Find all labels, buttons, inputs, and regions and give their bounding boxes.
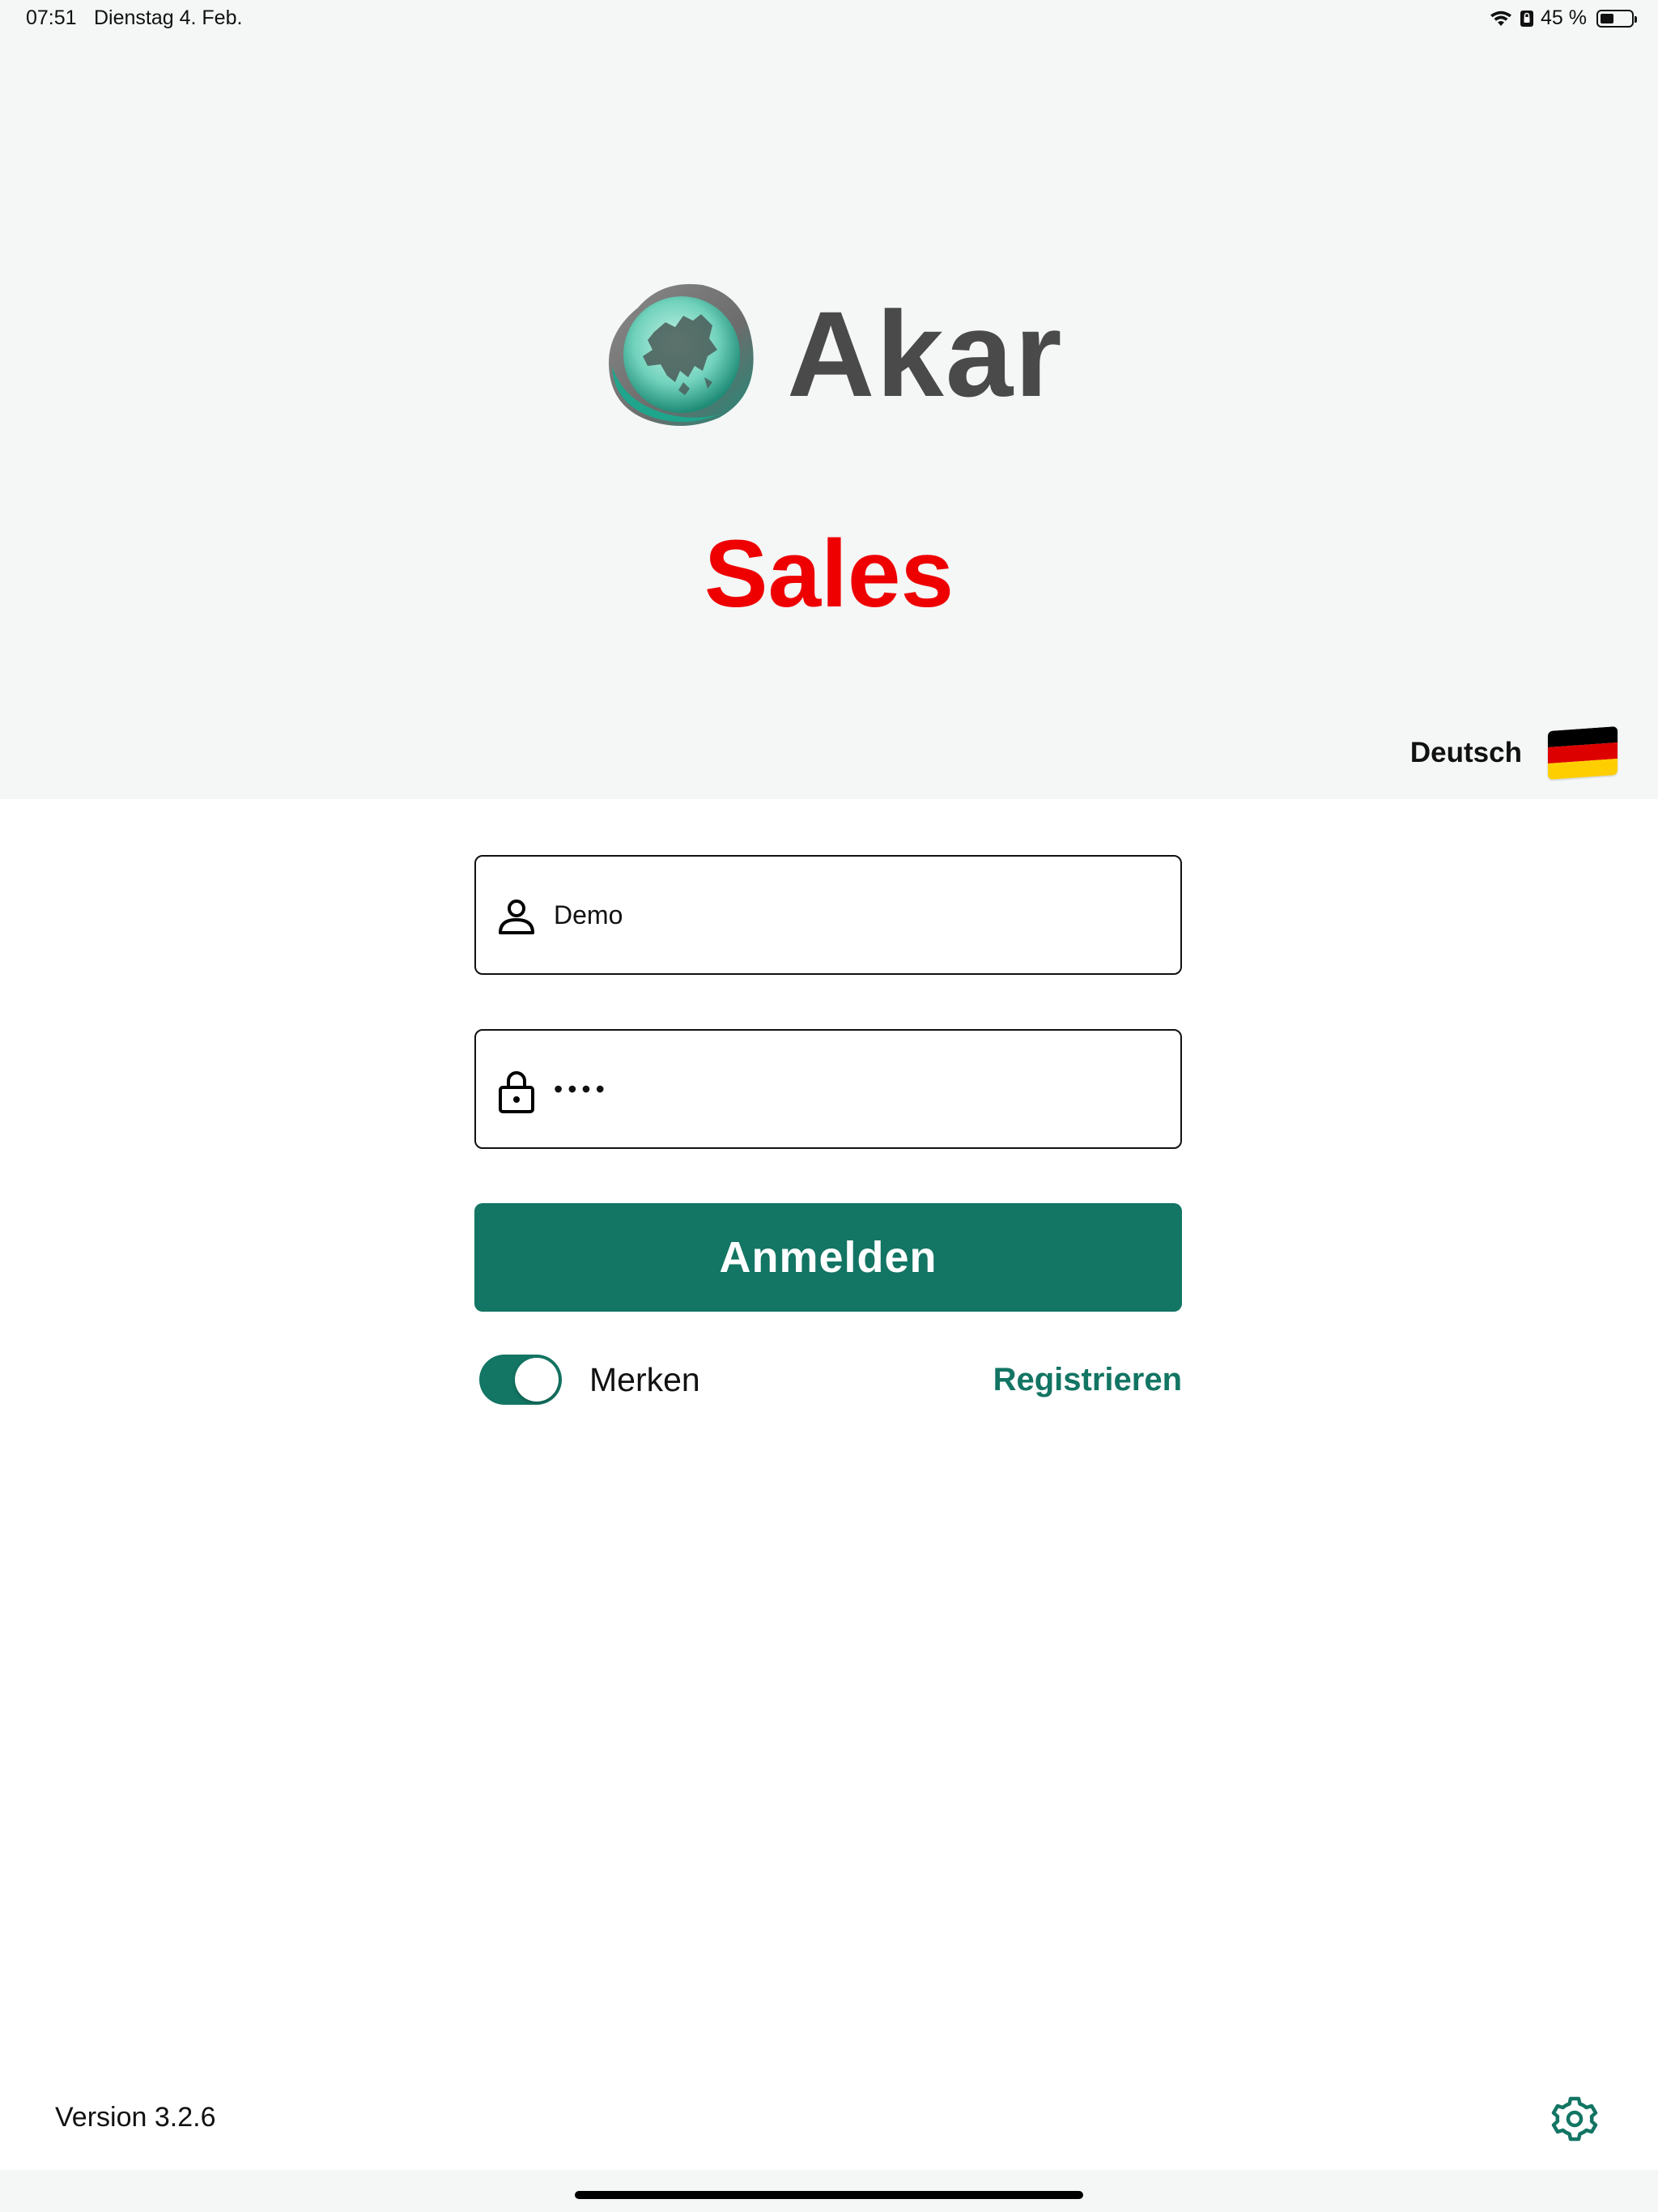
register-link[interactable]: Registrieren [993, 1362, 1182, 1398]
logo-text: Akar [787, 286, 1064, 422]
status-bar: 07:51 Dienstag 4. Feb. 45 % [0, 0, 1658, 39]
password-field[interactable]: •••• [474, 1029, 1182, 1149]
remember-toggle[interactable] [479, 1355, 562, 1405]
akar-logo: Akar [606, 275, 1062, 429]
status-time: 07:51 [26, 6, 77, 29]
globe-logo-icon [608, 283, 754, 427]
status-date: Dienstag 4. Feb. [94, 6, 243, 29]
app-title: Sales [704, 521, 954, 627]
wifi-icon [1489, 10, 1513, 28]
germany-flag-icon[interactable] [1548, 725, 1618, 781]
lock-icon [499, 1071, 534, 1113]
language-label: Deutsch [1409, 737, 1522, 768]
password-input[interactable]: •••• [554, 1031, 610, 1147]
login-button[interactable]: Anmelden [474, 1203, 1182, 1312]
person-icon [499, 900, 534, 934]
username-input[interactable]: Demo [554, 857, 623, 973]
battery-percent: 45 % [1541, 6, 1587, 29]
home-indicator[interactable] [575, 2191, 1083, 2199]
lock-rotation-icon [1520, 9, 1534, 28]
language-selector[interactable]: Deutsch [1409, 725, 1618, 781]
version-label: Version 3.2.6 [55, 2102, 216, 2133]
toggle-knob [515, 1358, 559, 1402]
battery-icon [1596, 9, 1637, 28]
username-field[interactable]: Demo [474, 855, 1182, 975]
gear-icon[interactable] [1550, 2094, 1600, 2144]
status-indicators: 45 % [1489, 6, 1637, 30]
remember-label: Merken [589, 1361, 700, 1398]
